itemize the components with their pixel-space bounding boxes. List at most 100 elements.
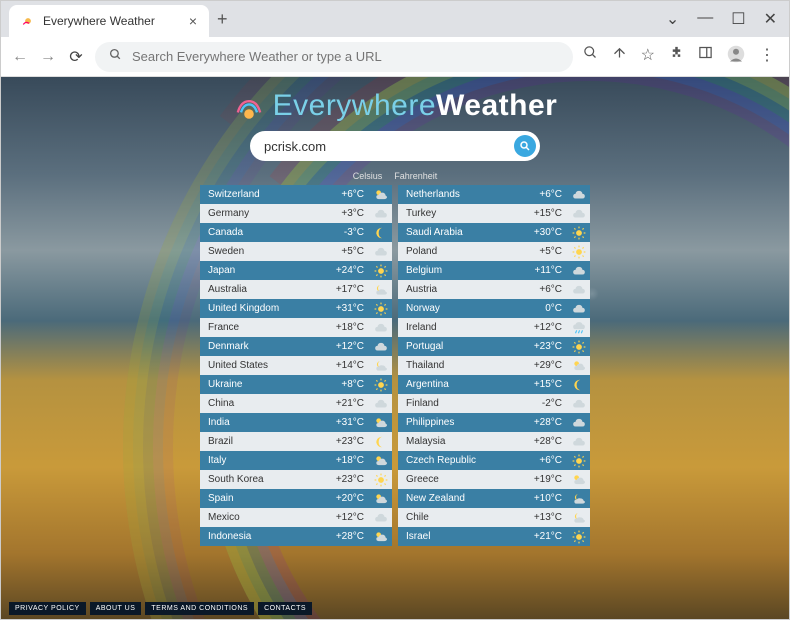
weather-row[interactable]: Norway0°C: [398, 299, 590, 318]
country-name[interactable]: Japan: [200, 265, 324, 276]
weather-row[interactable]: Switzerland+6°C: [200, 185, 392, 204]
footer-privacy[interactable]: PRIVACY POLICY: [9, 602, 86, 615]
weather-row[interactable]: South Korea+23°C: [200, 470, 392, 489]
weather-row[interactable]: Germany+3°C: [200, 204, 392, 223]
country-name[interactable]: India: [200, 417, 324, 428]
country-name[interactable]: Argentina: [398, 379, 522, 390]
country-name[interactable]: Israel: [398, 531, 522, 542]
country-name[interactable]: Turkey: [398, 208, 522, 219]
bookmark-star-icon[interactable]: ☆: [641, 45, 655, 68]
weather-row[interactable]: Czech Republic+6°C: [398, 451, 590, 470]
country-name[interactable]: Poland: [398, 246, 522, 257]
share-icon[interactable]: [612, 45, 627, 68]
country-name[interactable]: Switzerland: [200, 189, 324, 200]
weather-row[interactable]: Ukraine+8°C: [200, 375, 392, 394]
weather-row[interactable]: Ireland+12°C: [398, 318, 590, 337]
weather-row[interactable]: Australia+17°C: [200, 280, 392, 299]
country-name[interactable]: Netherlands: [398, 189, 522, 200]
weather-row[interactable]: Israel+21°C: [398, 527, 590, 546]
weather-row[interactable]: Saudi Arabia+30°C: [398, 223, 590, 242]
country-name[interactable]: Malaysia: [398, 436, 522, 447]
country-name[interactable]: Indonesia: [200, 531, 324, 542]
search-box[interactable]: [250, 131, 540, 161]
footer-about[interactable]: ABOUT US: [90, 602, 142, 615]
close-icon[interactable]: ✕: [764, 9, 777, 29]
country-name[interactable]: Norway: [398, 303, 522, 314]
country-name[interactable]: China: [200, 398, 324, 409]
weather-row[interactable]: Malaysia+28°C: [398, 432, 590, 451]
country-name[interactable]: New Zealand: [398, 493, 522, 504]
weather-row[interactable]: Belgium+11°C: [398, 261, 590, 280]
weather-row[interactable]: Netherlands+6°C: [398, 185, 590, 204]
minimize-icon[interactable]: —: [697, 9, 713, 29]
weather-row[interactable]: Italy+18°C: [200, 451, 392, 470]
weather-row[interactable]: Indonesia+28°C: [200, 527, 392, 546]
weather-row[interactable]: Argentina+15°C: [398, 375, 590, 394]
country-name[interactable]: Austria: [398, 284, 522, 295]
country-name[interactable]: Czech Republic: [398, 455, 522, 466]
weather-row[interactable]: Philippines+28°C: [398, 413, 590, 432]
omnibox-input[interactable]: [132, 49, 559, 64]
country-name[interactable]: Germany: [200, 208, 324, 219]
country-name[interactable]: Ukraine: [200, 379, 324, 390]
country-name[interactable]: Ireland: [398, 322, 522, 333]
country-name[interactable]: Portugal: [398, 341, 522, 352]
country-name[interactable]: United Kingdom: [200, 303, 324, 314]
footer-terms[interactable]: TERMS AND CONDITIONS: [145, 602, 254, 615]
country-name[interactable]: United States: [200, 360, 324, 371]
new-tab-button[interactable]: +: [217, 9, 228, 30]
menu-dots-icon[interactable]: ⋮: [759, 45, 775, 68]
country-name[interactable]: Australia: [200, 284, 324, 295]
weather-row[interactable]: Thailand+29°C: [398, 356, 590, 375]
weather-row[interactable]: United States+14°C: [200, 356, 392, 375]
weather-row[interactable]: Denmark+12°C: [200, 337, 392, 356]
country-name[interactable]: Spain: [200, 493, 324, 504]
country-name[interactable]: France: [200, 322, 324, 333]
weather-row[interactable]: Spain+20°C: [200, 489, 392, 508]
country-name[interactable]: Denmark: [200, 341, 324, 352]
profile-avatar-icon[interactable]: [727, 45, 745, 68]
address-bar[interactable]: [95, 42, 573, 72]
country-name[interactable]: Italy: [200, 455, 324, 466]
maximize-icon[interactable]: ☐: [731, 9, 745, 29]
country-name[interactable]: Philippines: [398, 417, 522, 428]
unit-celsius[interactable]: Celsius: [353, 171, 383, 181]
weather-row[interactable]: Canada-3°C: [200, 223, 392, 242]
search-input[interactable]: [264, 139, 514, 154]
weather-row[interactable]: France+18°C: [200, 318, 392, 337]
weather-row[interactable]: United Kingdom+31°C: [200, 299, 392, 318]
weather-row[interactable]: China+21°C: [200, 394, 392, 413]
unit-fahrenheit[interactable]: Fahrenheit: [394, 171, 437, 181]
country-name[interactable]: Mexico: [200, 512, 324, 523]
chevron-down-icon[interactable]: ⌄: [666, 9, 679, 29]
reload-button[interactable]: ⟳: [67, 47, 85, 67]
country-name[interactable]: Belgium: [398, 265, 522, 276]
tab-close-icon[interactable]: ×: [189, 13, 197, 29]
country-name[interactable]: Thailand: [398, 360, 522, 371]
weather-row[interactable]: New Zealand+10°C: [398, 489, 590, 508]
country-name[interactable]: Brazil: [200, 436, 324, 447]
country-name[interactable]: Greece: [398, 474, 522, 485]
extensions-icon[interactable]: [669, 45, 684, 68]
back-button[interactable]: ←: [11, 48, 29, 66]
footer-contacts[interactable]: CONTACTS: [258, 602, 312, 615]
search-tabs-icon[interactable]: [583, 45, 598, 68]
weather-row[interactable]: Sweden+5°C: [200, 242, 392, 261]
weather-row[interactable]: Austria+6°C: [398, 280, 590, 299]
forward-button[interactable]: →: [39, 48, 57, 66]
weather-row[interactable]: Japan+24°C: [200, 261, 392, 280]
country-name[interactable]: Sweden: [200, 246, 324, 257]
weather-row[interactable]: Greece+19°C: [398, 470, 590, 489]
country-name[interactable]: Canada: [200, 227, 324, 238]
weather-row[interactable]: Turkey+15°C: [398, 204, 590, 223]
weather-row[interactable]: India+31°C: [200, 413, 392, 432]
weather-row[interactable]: Mexico+12°C: [200, 508, 392, 527]
country-name[interactable]: Saudi Arabia: [398, 227, 522, 238]
weather-row[interactable]: Poland+5°C: [398, 242, 590, 261]
country-name[interactable]: South Korea: [200, 474, 324, 485]
weather-row[interactable]: Chile+13°C: [398, 508, 590, 527]
search-button[interactable]: [514, 135, 536, 157]
country-name[interactable]: Chile: [398, 512, 522, 523]
country-name[interactable]: Finland: [398, 398, 522, 409]
weather-row[interactable]: Finland-2°C: [398, 394, 590, 413]
